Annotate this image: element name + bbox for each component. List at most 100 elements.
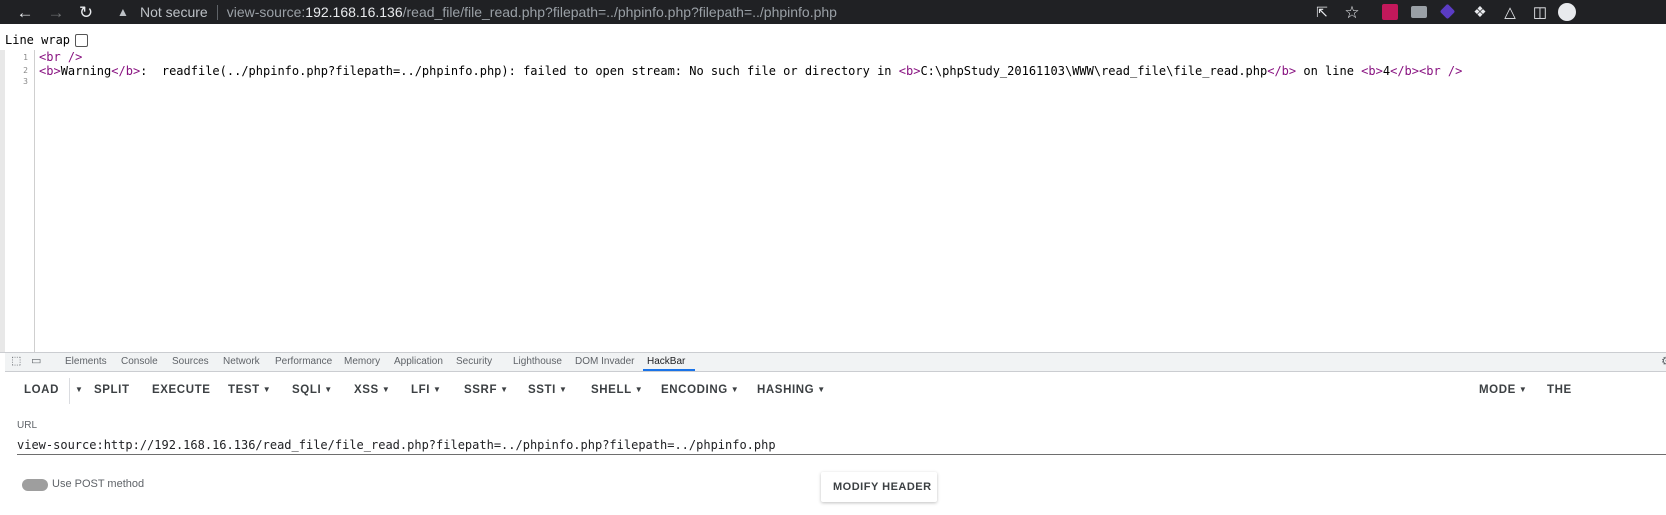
test-label: TEST	[228, 384, 260, 396]
device-toolbar-icon[interactable]: ▭	[31, 354, 41, 367]
encoding-label: ENCODING	[661, 384, 728, 396]
url-input[interactable]: view-source:http://192.168.16.136/read_f…	[17, 436, 1666, 455]
chevron-down-icon: ▼	[75, 385, 84, 394]
html-tag: </b>	[1267, 64, 1297, 78]
tab-hackbar[interactable]: HackBar	[647, 356, 685, 367]
tab-sources[interactable]: Sources	[172, 356, 209, 367]
share-icon[interactable]: ⇱	[1310, 0, 1334, 24]
modify-header-label: MODIFY HEADER	[833, 481, 932, 493]
active-tab-indicator	[643, 369, 695, 371]
url-host: 192.168.16.136	[305, 4, 403, 20]
sqli-menu-button[interactable]: SQLI ▼	[292, 384, 333, 396]
chevron-down-icon: ▼	[324, 385, 333, 394]
flask-icon[interactable]: △	[1498, 0, 1522, 24]
chevron-down-icon: ▼	[262, 385, 272, 394]
source-line-2: <b>Warning</b>: readfile(../phpinfo.php?…	[39, 64, 1462, 78]
chevron-down-icon: ▼	[817, 385, 826, 394]
mode-label: MODE	[1479, 384, 1516, 396]
tab-application[interactable]: Application	[394, 356, 443, 367]
on-line-text: on line	[1296, 64, 1362, 78]
modify-header-button[interactable]: MODIFY HEADER	[821, 472, 937, 502]
extension-icon[interactable]	[1411, 6, 1427, 18]
xss-label: XSS	[354, 384, 379, 396]
load-dropdown-button[interactable]: ▼	[72, 384, 84, 396]
chevron-down-icon: ▼	[500, 385, 509, 394]
devtools-tab-bar: ⬚ ▭ Elements Console Sources Network Per…	[5, 353, 1666, 372]
shell-label: SHELL	[591, 384, 632, 396]
tab-elements[interactable]: Elements	[65, 356, 107, 367]
side-panel-icon[interactable]: ◫	[1528, 0, 1552, 24]
omnibox-divider	[216, 4, 218, 20]
address-bar[interactable]: ▲ Not secure view-source: 192.168.16.136/…	[114, 0, 1304, 24]
url-scheme: view-source:	[226, 4, 306, 20]
tab-performance[interactable]: Performance	[275, 356, 332, 367]
shell-menu-button[interactable]: SHELL ▼	[591, 384, 643, 396]
profile-avatar[interactable]	[1558, 3, 1576, 21]
tab-lighthouse[interactable]: Lighthouse	[513, 356, 562, 367]
mode-menu-button[interactable]: MODE ▼	[1479, 384, 1527, 396]
hashing-label: HASHING	[757, 384, 815, 396]
warning-message: : readfile(../phpinfo.php?filepath=../ph…	[140, 64, 899, 78]
source-line-1: <br />	[39, 50, 82, 64]
sqli-label: SQLI	[292, 384, 322, 396]
extension-icon[interactable]	[1382, 4, 1398, 20]
forward-arrow-icon[interactable]: →	[44, 0, 68, 24]
post-method-toggle[interactable]	[22, 479, 48, 491]
theme-menu-button[interactable]: THE	[1547, 384, 1572, 396]
chevron-down-icon: ▼	[730, 385, 740, 394]
hashing-menu-button[interactable]: HASHING ▼	[757, 384, 826, 396]
reload-icon[interactable]: ↻	[74, 0, 98, 24]
inspect-icon[interactable]: ⬚	[11, 354, 21, 367]
test-menu-button[interactable]: TEST ▼	[228, 384, 271, 396]
line-number: 2	[23, 66, 28, 75]
line-wrap-control: Line wrap	[5, 30, 89, 50]
hackbar-toolbar: LOAD ▼ SPLIT EXECUTE TEST ▼ SQLI ▼ XSS ▼ LF…	[5, 372, 1666, 410]
star-icon[interactable]: ☆	[1340, 0, 1364, 24]
ssti-menu-button[interactable]: SSTI ▼	[528, 384, 568, 396]
warning-text: Warning	[60, 64, 112, 78]
url-field-label: URL	[17, 420, 38, 431]
html-tag: </b>	[1390, 64, 1419, 78]
line-wrap-label: Line wrap	[5, 33, 71, 47]
html-tag: <br />	[39, 50, 83, 64]
back-arrow-icon[interactable]: ←	[13, 0, 37, 24]
line-number: 1	[23, 53, 28, 62]
extension-icon[interactable]	[1439, 3, 1456, 20]
ssti-label: SSTI	[528, 384, 556, 396]
html-tag: </b>	[111, 64, 141, 78]
execute-button[interactable]: EXECUTE	[152, 384, 211, 396]
puzzle-icon[interactable]: ❖	[1468, 0, 1492, 24]
url-path: /read_file/file_read.php?filepath=../php…	[402, 4, 837, 20]
chevron-down-icon: ▼	[558, 385, 568, 394]
tab-console[interactable]: Console	[121, 356, 158, 367]
source-view: 1 2 3 <br /> <b>Warning</b>: readfile(..…	[0, 50, 1666, 352]
line-number: 3	[23, 77, 28, 86]
warning-icon[interactable]: ▲	[114, 5, 132, 19]
html-tag: <b>	[1361, 64, 1383, 78]
load-button[interactable]: LOAD	[24, 384, 59, 396]
post-method-label: Use POST method	[52, 478, 145, 490]
ssrf-menu-button[interactable]: SSRF ▼	[464, 384, 509, 396]
encoding-menu-button[interactable]: ENCODING ▼	[661, 384, 739, 396]
html-tag: <br />	[1419, 64, 1463, 78]
lfi-menu-button[interactable]: LFI ▼	[411, 384, 442, 396]
tab-memory[interactable]: Memory	[344, 356, 380, 367]
file-path: C:\phpStudy_20161103\WWW\read_file\file_…	[920, 64, 1268, 78]
split-button[interactable]: SPLIT	[94, 384, 130, 396]
chevron-down-icon: ▼	[433, 385, 442, 394]
ssrf-label: SSRF	[464, 384, 498, 396]
lfi-label: LFI	[411, 384, 431, 396]
browser-toolbar: ← → ↻ ▲ Not secure view-source: 192.168.1…	[0, 0, 1666, 24]
html-tag: <b>	[898, 64, 921, 78]
tab-dom-invader[interactable]: DOM Invader	[575, 356, 634, 367]
tab-security[interactable]: Security	[456, 356, 492, 367]
chevron-down-icon: ▼	[381, 385, 391, 394]
html-tag: <b>	[39, 64, 61, 78]
gear-icon[interactable]: ⚙	[1661, 354, 1666, 368]
line-wrap-checkbox[interactable]	[75, 33, 89, 47]
xss-menu-button[interactable]: XSS ▼	[354, 384, 390, 396]
tab-network[interactable]: Network	[223, 356, 260, 367]
chevron-down-icon: ▼	[1518, 385, 1528, 394]
line-number-gutter: 1 2 3	[5, 50, 35, 352]
chevron-down-icon: ▼	[634, 385, 644, 394]
